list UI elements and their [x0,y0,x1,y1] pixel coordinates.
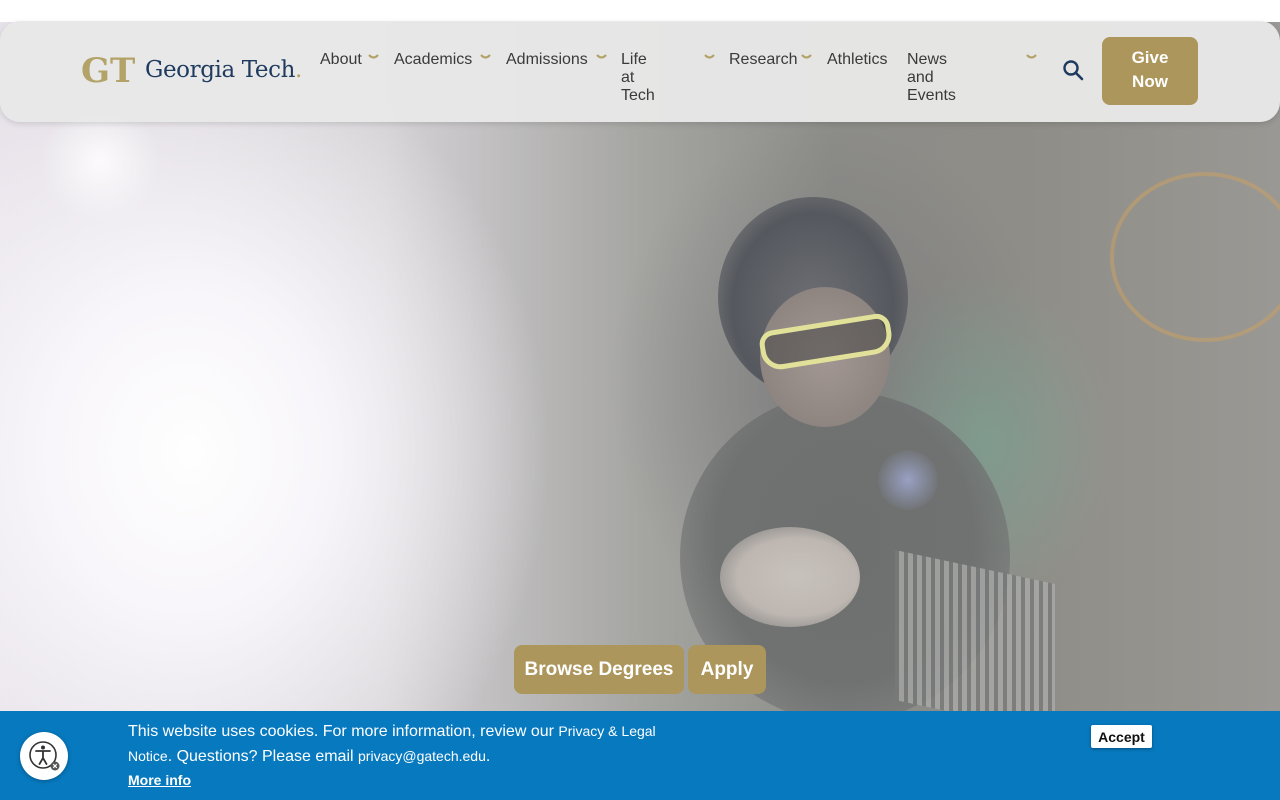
search-icon[interactable] [1062,59,1084,81]
nav-item-life-at-tech[interactable]: Life at Tech [621,51,715,105]
chevron-down-icon [368,54,379,59]
nav-label: About [320,51,362,68]
apply-button[interactable]: Apply [688,645,766,694]
nav-item-about[interactable]: About [320,51,379,69]
logo-wordmark: Georgia Tech. [145,57,302,83]
nav-label: Admissions [506,51,588,68]
chevron-down-icon [801,54,812,59]
give-now-button[interactable]: Give Now [1102,37,1198,105]
chevron-down-icon [480,54,491,59]
chevron-down-icon [596,54,607,59]
nav-item-admissions[interactable]: Admissions [506,51,607,69]
cookie-banner: This website uses cookies. For more info… [0,711,1280,800]
nav-label: Life at Tech [621,51,655,104]
hero-person-hand [720,527,860,627]
hero-image [0,22,1280,712]
gt-logo-mark-icon: GT [81,51,135,89]
hero-equipment-vent [895,549,1055,712]
accept-cookies-button[interactable]: Accept [1091,725,1152,748]
nav-item-academics[interactable]: Academics [394,51,491,69]
gt-mark-text: GT [81,51,135,89]
hero-background-light-ring [1110,172,1280,342]
cookie-text-1: This website uses cookies. For more info… [128,723,559,740]
georgia-tech-logo[interactable]: GT Georgia Tech. [81,51,302,89]
chevron-down-icon [1026,54,1037,59]
browse-degrees-button[interactable]: Browse Degrees [514,645,684,694]
nav-label: Research [729,51,798,68]
nav-item-research[interactable]: Research [729,51,812,69]
more-info-link[interactable]: More info [128,772,191,788]
hero-lens-flare [878,450,938,510]
chevron-down-icon [704,54,715,59]
privacy-email-link[interactable]: privacy@gatech.edu [358,748,486,764]
accessibility-widget-button[interactable] [20,732,68,780]
cookie-message: This website uses cookies. For more info… [128,719,688,769]
nav-item-news-and-events[interactable]: News and Events [907,51,1037,105]
nav-item-athletics[interactable]: Athletics [827,51,887,69]
logo-wordmark-text: Georgia Tech [145,57,295,83]
nav-label: News and Events [907,51,956,104]
cookie-text-2: . Questions? Please email [167,748,359,765]
accessibility-icon [29,741,60,771]
nav-label: Academics [394,51,473,68]
nav-label: Athletics [827,51,888,68]
give-now-label: Give Now [1131,48,1169,91]
cookie-text-3: . [485,748,491,765]
